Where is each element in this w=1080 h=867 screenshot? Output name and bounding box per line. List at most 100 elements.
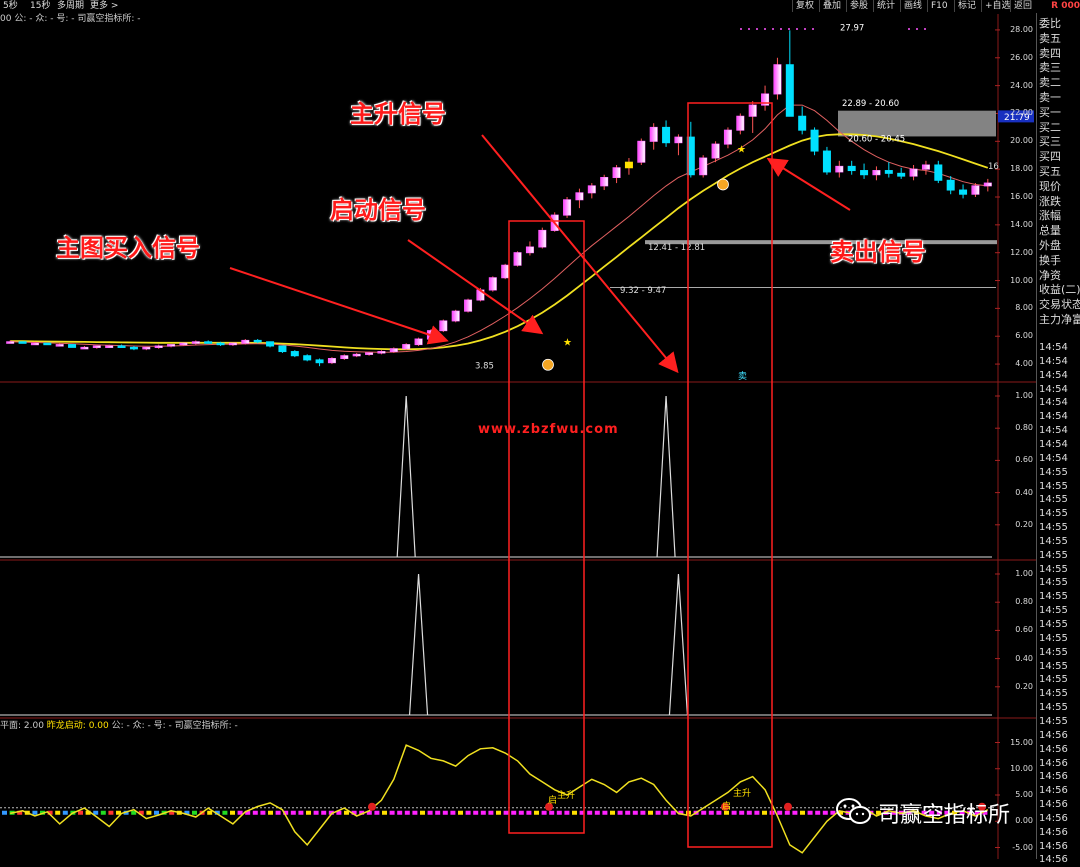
oscillator-info-line: 平面: 2.00 昨龙启动: 0.00 公: - 众: - 号: - 司赢空指标… [0,721,238,732]
signal-y-tick-label: 0.80 [1015,597,1033,607]
main-y-tick-label: 18.00 [1010,164,1033,174]
candle [959,184,968,199]
oscillator-bar [290,810,296,815]
oscillator-y-tick-label: 15.00 [1010,737,1033,747]
signal-dot [756,28,758,30]
main-y-tick-label: 24.00 [1010,80,1033,90]
candle [761,85,770,111]
annotation-start: 启动信号 [330,196,426,224]
tick-time: 14:55 [1039,494,1068,506]
candle-body-fill [105,345,113,348]
tick-time: 14:54 [1039,355,1068,367]
oscillator-bar [55,810,61,815]
main-y-tick-label: 26.00 [1010,52,1033,62]
candle-body-fill [229,343,237,345]
tick-time: 14:54 [1039,438,1068,450]
tick-time: 14:55 [1039,632,1068,644]
quote-label: 买五 [1039,165,1061,178]
quote-label: 委比 [1039,17,1061,30]
price-label: 3.85 [475,361,494,371]
candle [377,350,386,355]
oscillator-bar [731,810,737,815]
candle [798,106,807,135]
oscillator-label: 启 [722,800,731,812]
oscillator-bar [192,810,197,815]
oscillator-bar [108,810,114,815]
oscillator-bar [207,810,213,815]
oscillator-bar [663,810,669,815]
candle-body [68,344,77,348]
candle-body [253,339,262,343]
oscillator-bar [154,810,159,815]
oscillator-bar [556,810,562,815]
quote-label: 净资 [1039,268,1061,282]
quote-label: 收益(二) [1039,283,1080,297]
candle [587,183,596,199]
candle [575,188,584,209]
signal-dot [812,28,814,30]
candle-body [266,341,275,347]
candle-body-fill [600,177,608,186]
candle-body [785,64,794,117]
oscillator-bar [625,810,631,815]
candle-body-fill [489,277,497,291]
candle [266,341,275,348]
star-marker: ★ [563,337,572,348]
candle-body [43,342,52,346]
star-marker: ★ [737,144,746,155]
tick-time: 14:55 [1039,674,1068,686]
candle [847,160,856,175]
candle [884,162,893,178]
signal-y-tick-label: 0.60 [1015,455,1033,465]
candle [860,163,869,179]
main-y-tick-label: 8.00 [1015,303,1033,313]
price-label: 22.89 - 20.60 [842,99,899,109]
candle-body-fill [712,144,720,159]
signal-dot [764,28,766,30]
candle-body-fill [365,352,373,355]
oscillator-bar [541,810,547,815]
signal-spike [668,573,689,716]
signal-dot [916,28,918,30]
signal-y-tick-label: 0.80 [1015,423,1033,433]
oscillator-bar [594,810,600,815]
tick-time: 14:56 [1039,812,1068,824]
candle [488,276,497,292]
candle-body-fill [402,344,410,349]
main-y-tick-label: 12.00 [1010,247,1033,257]
candle [117,344,126,348]
candle [649,123,658,150]
candle-body [959,189,968,195]
tick-time: 14:55 [1039,535,1068,547]
tick-time: 14:54 [1039,452,1068,464]
tick-time: 14:56 [1039,785,1068,797]
oscillator-bar [420,810,425,815]
candle [340,354,349,360]
candle-body [204,341,213,344]
oscillator-bar [397,810,403,815]
candle-body-fill [93,345,101,348]
candle [835,160,844,178]
quote-label: 卖一 [1039,91,1061,104]
candle [872,166,881,181]
oscillator-bar [382,810,387,815]
candle-body-fill [353,354,361,356]
oscillator-bar [784,810,790,815]
quote-label: 买二 [1039,120,1061,134]
candle [563,197,572,218]
price-label: 16 [988,162,999,172]
candle-body-fill [6,341,14,344]
oscillator-bar [792,810,798,815]
oscillator-bar [222,810,228,815]
candle [822,146,831,175]
candle-body [860,170,869,176]
tick-time: 14:56 [1039,854,1068,866]
oscillator-bar [32,810,38,815]
candle [129,345,138,351]
oscillator-bar [822,810,828,815]
signal-spike [656,395,676,558]
candle-body-fill [452,311,460,321]
oscillator-bar [526,810,532,815]
wechat-icon [836,798,871,824]
candle-body-fill [155,345,163,348]
